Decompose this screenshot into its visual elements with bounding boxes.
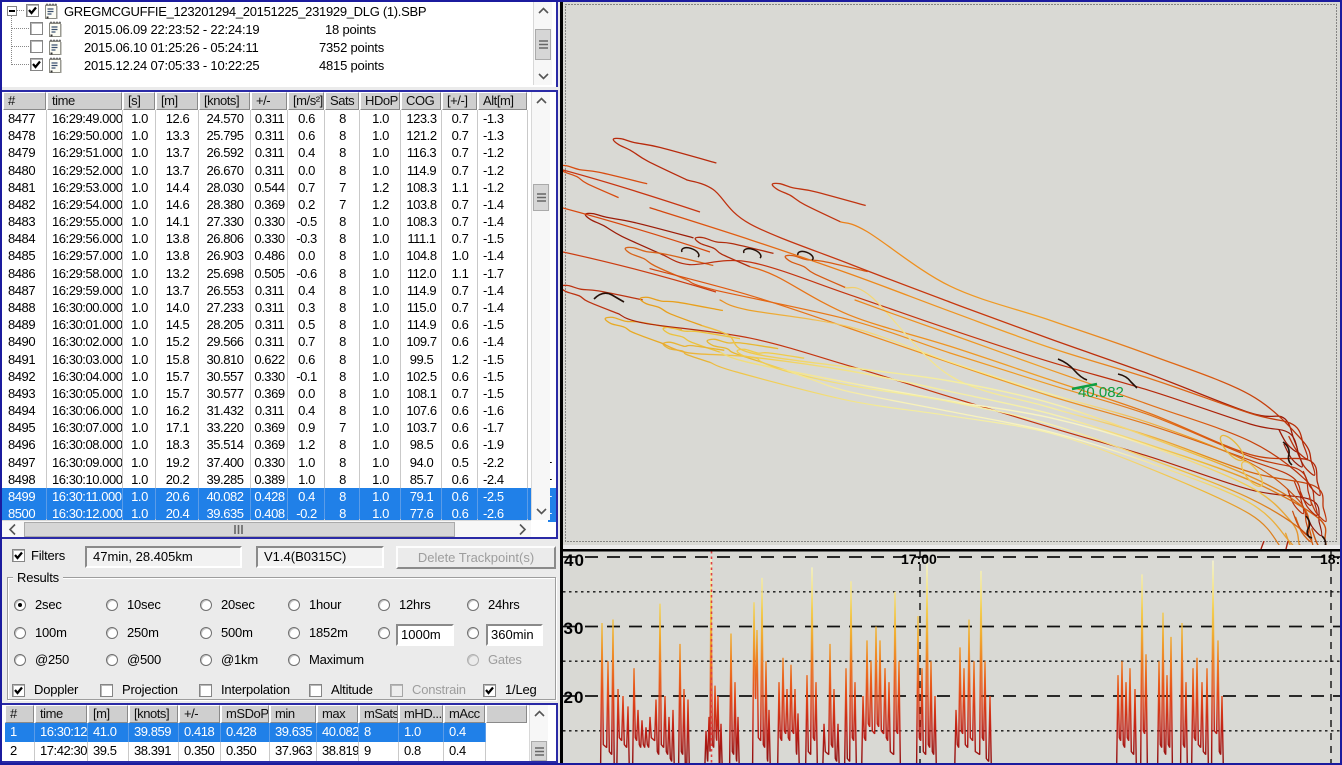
svg-text:20: 20 xyxy=(564,688,585,707)
svg-text:18:0: 18:0 xyxy=(1320,551,1342,567)
svg-text:17:00: 17:00 xyxy=(901,551,937,567)
svg-text:40: 40 xyxy=(564,551,585,570)
svg-text:40.082: 40.082 xyxy=(1078,384,1124,401)
svg-text:30: 30 xyxy=(564,619,585,638)
